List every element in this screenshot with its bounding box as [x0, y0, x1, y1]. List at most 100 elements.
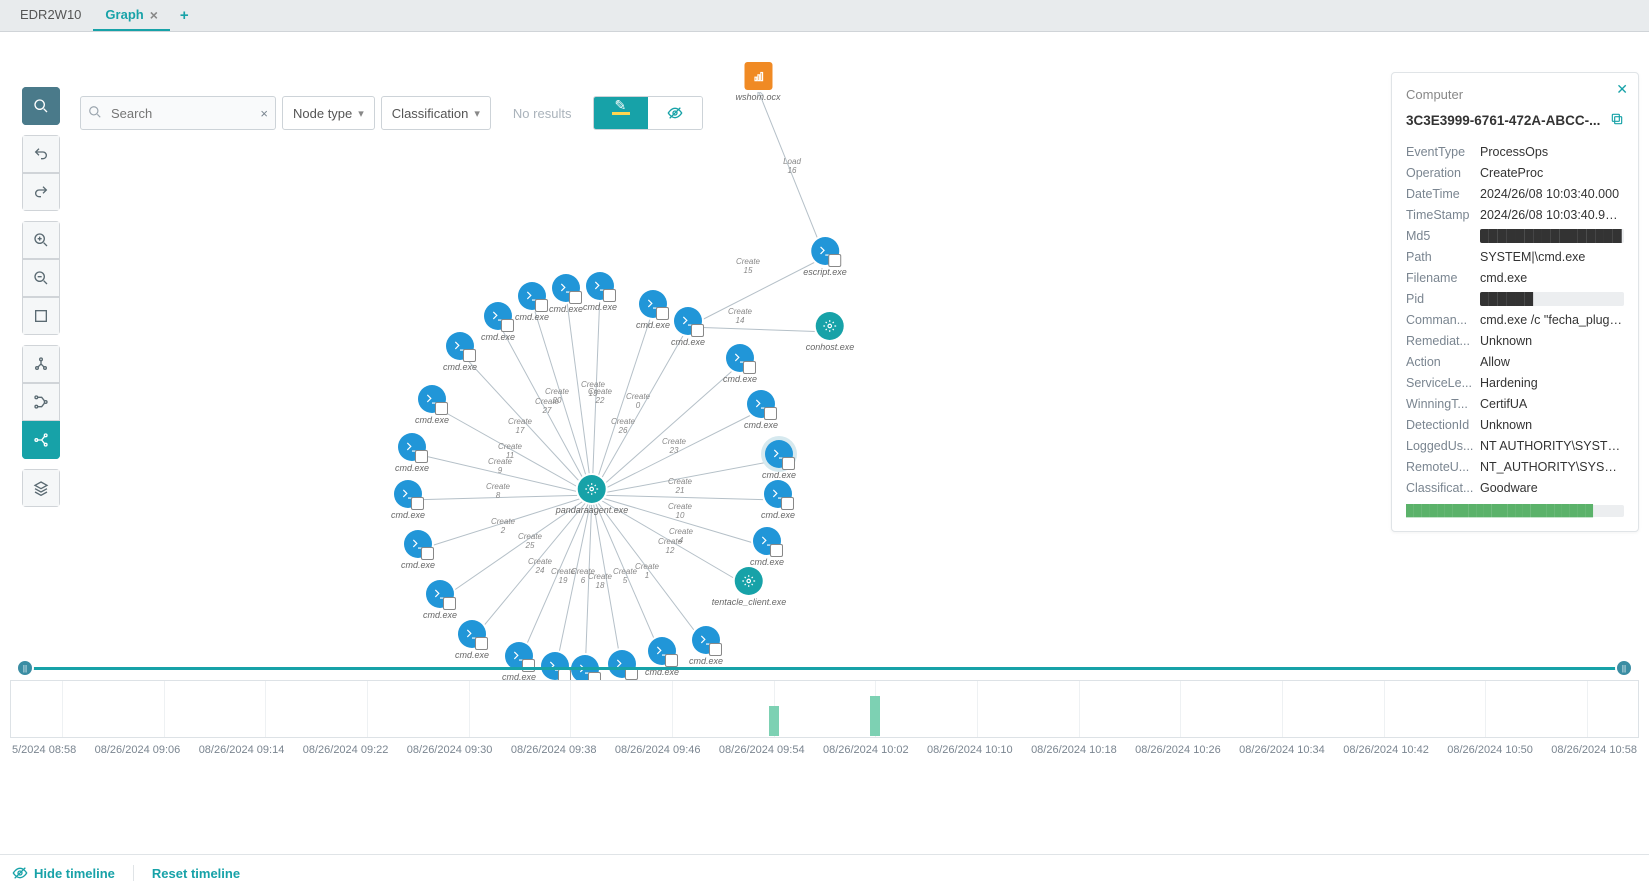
timeline-slider[interactable]: || || — [10, 662, 1639, 674]
node-label: cmd.exe — [723, 374, 757, 384]
slider-track — [24, 667, 1625, 670]
edge-label: Create15 — [736, 258, 760, 276]
reset-timeline-button[interactable]: Reset timeline — [152, 865, 240, 881]
graph-node[interactable]: wshom.ocx — [735, 62, 780, 102]
graph-node[interactable]: cmd.exe — [583, 272, 617, 312]
tick-label: 08/26/2024 10:02 — [823, 744, 909, 756]
terminal-icon — [552, 274, 580, 302]
graph-node[interactable]: conhost.exe — [806, 312, 855, 352]
graph-node[interactable]: pandaraagent.exe — [556, 475, 629, 515]
close-icon[interactable]: × — [150, 7, 158, 23]
edge-label: Create19 — [551, 568, 575, 586]
tick-label: 08/26/2024 09:38 — [511, 744, 597, 756]
tick-label: 08/26/2024 09:06 — [95, 744, 181, 756]
detail-row: Md5████████████████ — [1406, 229, 1624, 243]
detail-key: LoggedUs... — [1406, 439, 1474, 453]
tick-label: 08/26/2024 10:34 — [1239, 744, 1325, 756]
graph-node[interactable]: escript.exe — [803, 237, 847, 277]
gear-icon — [735, 567, 763, 595]
graph-node[interactable]: cmd.exe — [423, 580, 457, 620]
graph-node[interactable]: cmd.exe — [671, 307, 705, 347]
edge-label: Create23 — [662, 438, 686, 456]
tick-label: 08/26/2024 10:50 — [1447, 744, 1533, 756]
graph-node[interactable]: cmd.exe — [395, 433, 429, 473]
node-label: cmd.exe — [636, 320, 670, 330]
graph-node[interactable]: cmd.exe — [750, 527, 784, 567]
detail-row: Filename cmd.exe — [1406, 271, 1624, 285]
terminal-icon — [518, 282, 546, 310]
edge-label: Create24 — [528, 558, 552, 576]
edge-label: Create0 — [626, 393, 650, 411]
timeline: || || 5/2024 08:5808/26/2024 09:0608/26/… — [10, 662, 1639, 756]
slider-handle-left[interactable]: || — [16, 659, 34, 677]
terminal-icon — [639, 290, 667, 318]
detail-row: OperationCreateProc — [1406, 166, 1624, 180]
graph-node[interactable]: cmd.exe — [391, 480, 425, 520]
tab-graph[interactable]: Graph × — [93, 1, 169, 31]
node-label: cmd.exe — [762, 470, 796, 480]
terminal-icon — [418, 385, 446, 413]
graph-node[interactable]: cmd.exe — [762, 440, 796, 480]
detail-value: NT_AUTHORITY\SYSTEM — [1480, 460, 1624, 474]
hide-timeline-button[interactable]: Hide timeline — [12, 865, 115, 881]
tick-label: 08/26/2024 10:42 — [1343, 744, 1429, 756]
tick-label: 08/26/2024 10:58 — [1551, 744, 1637, 756]
node-label: cmd.exe — [549, 304, 583, 314]
close-panel-button[interactable]: ✕ — [1616, 81, 1628, 98]
detail-value: cmd.exe — [1480, 271, 1624, 285]
graph-node[interactable]: cmd.exe — [744, 390, 778, 430]
detail-key: Filename — [1406, 271, 1474, 285]
hash-link[interactable]: ████████████████████████ — [1406, 505, 1624, 517]
node-label: cmd.exe — [761, 510, 795, 520]
file-icon — [744, 62, 772, 90]
edge-label: Create25 — [518, 533, 542, 551]
detail-key: TimeStamp — [1406, 208, 1474, 222]
edge-label: Create9 — [488, 458, 512, 476]
graph-node[interactable]: tentacle_client.exe — [712, 567, 787, 607]
graph-node[interactable]: cmd.exe — [415, 385, 449, 425]
tick-label: 08/26/2024 09:22 — [303, 744, 389, 756]
add-tab-button[interactable]: + — [170, 1, 199, 30]
tick-label: 08/26/2024 10:26 — [1135, 744, 1221, 756]
detail-value: CertifUA — [1480, 397, 1624, 411]
timeline-bar — [870, 696, 880, 736]
node-label: wshom.ocx — [735, 92, 780, 102]
detail-row: Comman...cmd.exe /c "fecha_plug.bat" — [1406, 313, 1624, 327]
terminal-icon — [404, 530, 432, 558]
tick-label: 08/26/2024 10:18 — [1031, 744, 1117, 756]
terminal-icon — [446, 332, 474, 360]
detail-key: WinningT... — [1406, 397, 1474, 411]
button-label: Hide timeline — [34, 866, 115, 881]
detail-key: Classificat... — [1406, 481, 1474, 495]
detail-value: ████████████████ — [1480, 229, 1624, 243]
tick-label: 08/26/2024 09:30 — [407, 744, 493, 756]
graph-node[interactable]: cmd.exe — [549, 274, 583, 314]
detail-row: PathSYSTEM|\cmd.exe — [1406, 250, 1624, 264]
node-label: cmd.exe — [671, 337, 705, 347]
tab-edr[interactable]: EDR2W10 — [8, 1, 93, 30]
timeline-footer: Hide timeline Reset timeline — [0, 854, 1649, 891]
graph-node[interactable]: cmd.exe — [636, 290, 670, 330]
terminal-icon — [753, 527, 781, 555]
detail-value: Unknown — [1480, 334, 1624, 348]
computer-id: 3C3E3999-6761-472A-ABCC-... — [1406, 112, 1624, 129]
node-label: cmd.exe — [744, 420, 778, 430]
graph-node[interactable]: cmd.exe — [443, 332, 477, 372]
edge-label: Create20 — [545, 388, 569, 406]
graph-node[interactable]: cmd.exe — [761, 480, 795, 520]
graph-node[interactable]: cmd.exe — [515, 282, 549, 322]
edge-label: Create2 — [491, 518, 515, 536]
graph-node[interactable]: cmd.exe — [723, 344, 757, 384]
detail-row: LoggedUs...NT AUTHORITY\SYSTEM — [1406, 439, 1624, 453]
graph-node[interactable]: cmd.exe — [689, 626, 723, 666]
terminal-icon — [426, 580, 454, 608]
edge-label: Create11 — [498, 443, 522, 461]
detail-value: SYSTEM|\cmd.exe — [1480, 250, 1624, 264]
timeline-chart[interactable] — [10, 680, 1639, 738]
graph-node[interactable]: cmd.exe — [455, 620, 489, 660]
copy-icon[interactable] — [1610, 112, 1624, 129]
graph-node[interactable]: cmd.exe — [481, 302, 515, 342]
graph-node[interactable]: cmd.exe — [401, 530, 435, 570]
slider-handle-right[interactable]: || — [1615, 659, 1633, 677]
node-label: cmd.exe — [515, 312, 549, 322]
